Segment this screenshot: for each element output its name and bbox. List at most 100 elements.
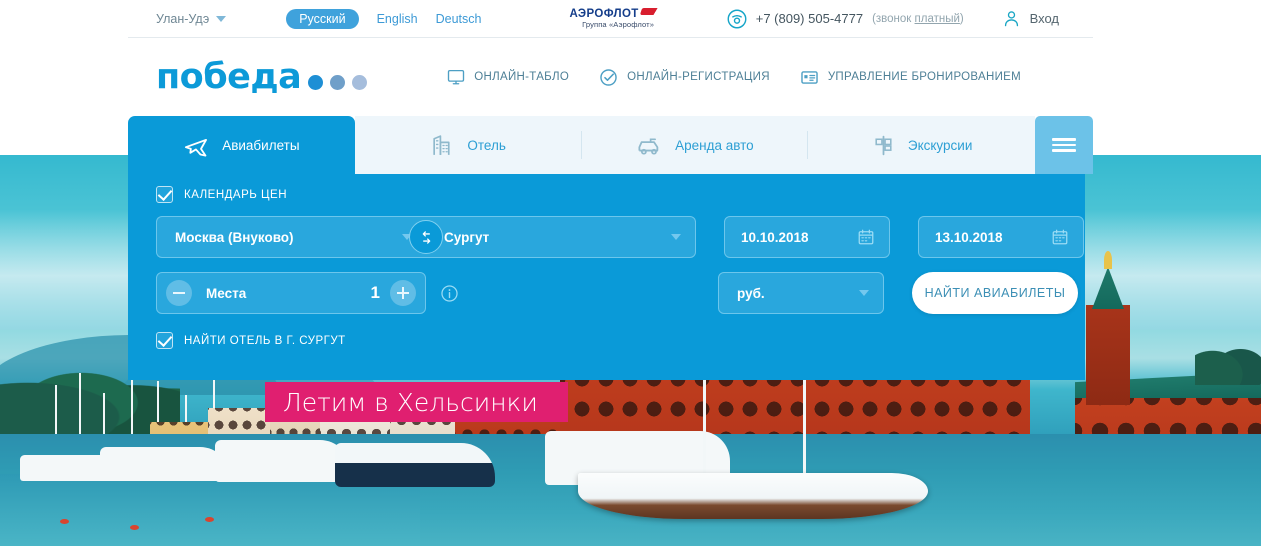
chevron-down-icon [216,15,227,22]
airplane-icon [185,138,208,157]
nav-item-online-tablo[interactable]: ОНЛАЙН-ТАБЛО [447,68,569,86]
phone-note: (звонок платный) [872,12,964,25]
language-option-en[interactable]: English [377,12,418,26]
language-option-ru[interactable]: Русский [286,8,359,29]
phone-icon [727,9,747,28]
aeroflot-name: АЭРОФЛОТ [569,8,639,21]
tab-flights-label: Авиабилеты [222,137,300,153]
route-and-dates-row: Москва (Внуково) Сургут 10.10.2018 13.10… [156,216,1085,258]
excursion-icon [875,135,892,155]
nav-item-online-registration[interactable]: ОНЛАЙН-РЕГИСТРАЦИЯ [599,68,770,87]
logo-dot-3 [352,75,368,90]
utility-bar: Улан-Удэ Русский English Deutsch АЭРОФЛО… [128,0,1093,38]
search-flights-button[interactable]: НАЙТИ АВИАБИЛЕТЫ [912,272,1078,314]
price-calendar-label: КАЛЕНДАРЬ ЦЕН [184,188,287,201]
buoy [60,519,69,524]
yacht [100,447,230,481]
tab-excursions[interactable]: Экскурсии [808,116,1035,174]
minus-icon [173,291,185,295]
language-switcher: Русский English Deutsch [286,8,482,29]
nav-item-booking-management[interactable]: УПРАВЛЕНИЕ БРОНИРОВАНИЕМ [800,68,1021,87]
pobeda-logo[interactable]: победа [156,57,368,97]
swap-arrows-icon [422,230,430,244]
promo-banner[interactable]: Летим в Хельсинки [265,382,568,422]
buoy [205,517,214,522]
seats-value: 1 [370,283,380,302]
origin-field[interactable]: Москва (Внуково) [156,216,426,258]
id-card-icon [801,70,818,84]
user-icon [1004,11,1018,27]
currency-field[interactable]: руб. [718,272,884,314]
login-block[interactable]: Вход [1002,9,1059,28]
nav-item-online-registration-label: ОНЛАЙН-РЕГИСТРАЦИЯ [627,71,770,83]
tab-excursions-label: Экскурсии [907,137,973,153]
tower-finial [1104,251,1112,269]
language-option-de[interactable]: Deutsch [436,12,482,26]
hamburger-menu-icon[interactable] [1035,116,1093,174]
service-tabs: Авиабилеты Отель Аренда авто Экскурсии [128,116,1093,174]
hamburger-line [1052,138,1076,141]
calendar-icon [1052,229,1068,245]
destination-value: Сургут [444,229,490,245]
header-nav: ОНЛАЙН-ТАБЛО ОНЛАЙН-РЕГИСТРАЦИЯ УПРАВЛЕН… [447,68,1021,87]
hotel-icon [433,134,450,155]
return-date-value: 13.10.2018 [935,229,1003,245]
return-date-field[interactable]: 13.10.2018 [918,216,1084,258]
city-selector-label: Улан-Удэ [156,11,210,26]
search-flights-label: НАЙТИ АВИАБИЛЕТЫ [924,286,1066,300]
promo-banner-text: Летим в Хельсинки [283,387,538,417]
aeroflot-wing-icon [639,8,668,16]
seats-stepper: Места 1 [156,272,426,314]
origin-value: Москва (Внуково) [175,229,294,245]
nav-item-booking-management-label: УПРАВЛЕНИЕ БРОНИРОВАНИЕМ [827,71,1021,83]
buoy [130,525,139,530]
currency-value: руб. [737,285,765,301]
monitor-icon [448,69,465,85]
corner-tower [1086,305,1130,405]
car-icon [638,137,659,155]
price-calendar-checkbox-row[interactable]: КАЛЕНДАРЬ ЦЕН [156,186,1085,203]
schooner-hull [578,473,928,519]
passengers-and-search-row: Места 1 руб. НАЙТИ АВИАБИЛЕТЫ [156,272,1085,314]
tab-car-rental[interactable]: Аренда авто [581,116,809,174]
find-hotel-checkbox-row[interactable]: НАЙТИ ОТЕЛЬ В Г. СУРГУТ [156,332,1085,349]
swap-route-button[interactable] [409,220,443,254]
city-selector[interactable]: Улан-Удэ [156,11,227,26]
tab-hotel[interactable]: Отель [354,116,582,174]
chevron-down-icon [859,290,869,296]
depart-date-value: 10.10.2018 [741,229,809,245]
nav-item-online-tablo-label: ОНЛАЙН-ТАБЛО [474,71,570,83]
tab-flights[interactable]: Авиабилеты [128,116,355,174]
phone-block[interactable]: +7 (809) 505-4777 (звонок платный) [727,9,964,29]
pobeda-logo-text: победа [156,57,302,97]
info-icon[interactable] [440,284,459,303]
seats-label: Места [206,285,247,301]
flight-search-form: КАЛЕНДАРЬ ЦЕН Москва (Внуково) Сургут 10… [128,170,1085,380]
find-hotel-checkbox[interactable] [156,332,173,349]
destination-field[interactable]: Сургут [426,216,696,258]
site-header: победа ОНЛАЙН-ТАБЛО ОНЛАЙН-РЕГИСТРАЦИЯ У… [128,38,1093,116]
check-circle-icon [600,68,617,86]
aeroflot-logo[interactable]: АЭРОФЛОТ Группа «Аэрофлот» [569,8,668,29]
tab-hotel-label: Отель [467,137,506,153]
tab-car-rental-label: Аренда авто [675,137,754,153]
yacht-dark-hull [335,443,495,487]
hamburger-line [1052,143,1076,147]
login-label[interactable]: Вход [1030,11,1059,26]
logo-dot-2 [330,75,346,90]
conifer-trees [1195,333,1261,385]
depart-date-field[interactable]: 10.10.2018 [724,216,890,258]
yacht [215,440,350,482]
hamburger-line [1052,149,1076,152]
price-calendar-checkbox[interactable] [156,186,173,203]
phone-note-link[interactable]: платный [915,13,960,25]
seats-increment-button[interactable] [390,280,416,306]
seats-decrement-button[interactable] [166,280,192,306]
chevron-down-icon [671,234,681,240]
aeroflot-subtitle: Группа «Аэрофлот» [582,19,655,29]
logo-dot-1 [308,75,324,90]
calendar-icon [858,229,874,245]
find-hotel-label: НАЙТИ ОТЕЛЬ В Г. СУРГУТ [184,334,346,347]
logo-dots [308,75,368,90]
phone-number[interactable]: +7 (809) 505-4777 [756,11,863,26]
